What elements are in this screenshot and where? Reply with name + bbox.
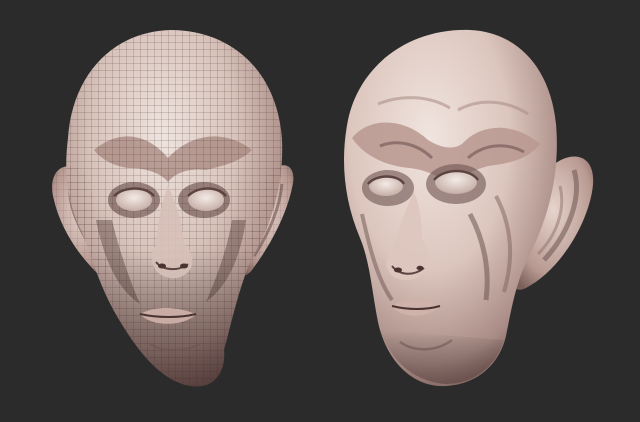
right-head-skull [344,29,557,387]
render-viewport [0,0,640,422]
right-smooth-head [344,29,594,387]
sculpt-render [52,29,594,387]
left-wireframe-head [52,30,294,387]
